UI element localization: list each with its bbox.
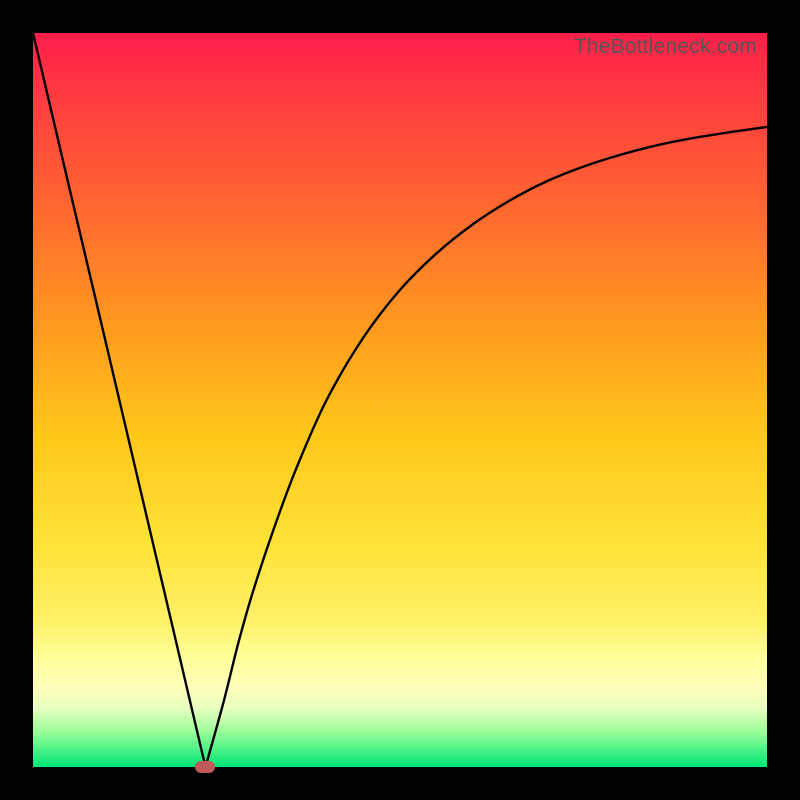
optimal-point-marker: [195, 761, 215, 773]
chart-frame: TheBottleneck.com: [0, 0, 800, 800]
bottleneck-curve: [33, 33, 767, 767]
plot-area: TheBottleneck.com: [33, 33, 767, 767]
